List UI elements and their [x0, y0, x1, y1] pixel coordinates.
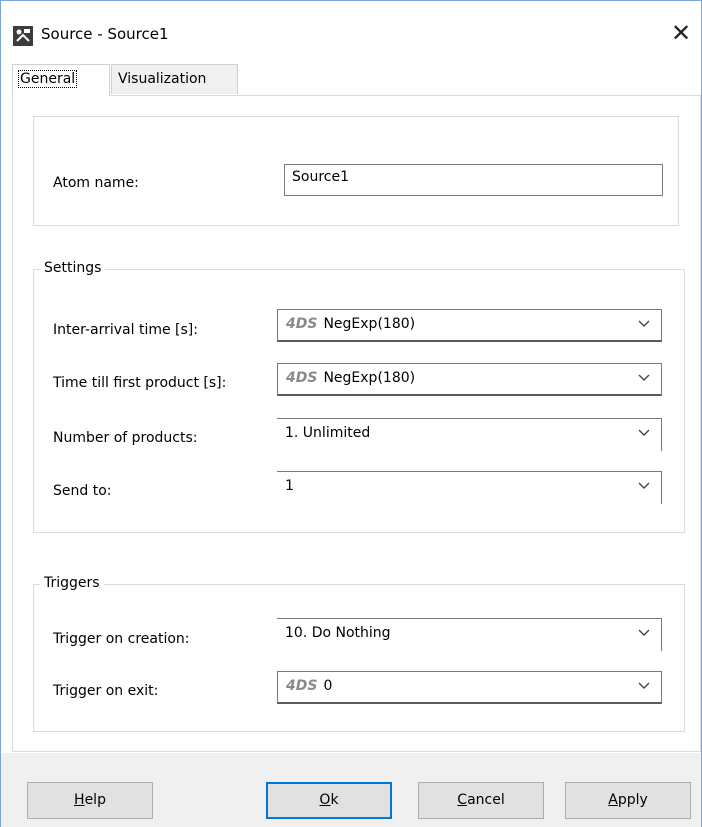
inter-arrival-label: Inter-arrival time [s]:: [53, 322, 198, 338]
inter-arrival-value: NegExp(180): [323, 316, 416, 332]
enterprise-dynamics-icon: [13, 26, 33, 46]
trigger-creation-combo[interactable]: 10. Do Nothing: [277, 618, 662, 651]
triggers-group: Triggers Trigger on creation: 10. Do Not…: [33, 575, 685, 732]
general-tab-page: Atom name: Source1 Settings Inter-arriva…: [12, 95, 701, 752]
settings-legend: Settings: [40, 260, 106, 276]
ok-label-rest: k: [330, 792, 339, 808]
trigger-exit-label: Trigger on exit:: [53, 683, 159, 699]
send-to-label: Send to:: [53, 483, 112, 499]
trigger-exit-combo[interactable]: 4DS 0: [277, 671, 662, 704]
help-button[interactable]: Help: [27, 782, 153, 819]
triggers-legend: Triggers: [40, 575, 104, 591]
atom-name-label: Atom name:: [53, 175, 139, 191]
tab-visualization[interactable]: Visualization: [111, 64, 238, 94]
chevron-down-icon[interactable]: [637, 478, 651, 496]
settings-group: Settings Inter-arrival time [s]: 4DS NegE…: [33, 260, 685, 533]
chevron-down-icon[interactable]: [637, 425, 651, 443]
atom-name-field[interactable]: Source1: [284, 164, 663, 196]
atom-name-group: Atom name: Source1: [33, 116, 679, 226]
4ds-tag: 4DS: [286, 370, 318, 386]
ok-mnemonic: O: [319, 792, 331, 808]
tab-general-label: General: [17, 70, 78, 88]
first-product-combo[interactable]: 4DS NegExp(180): [277, 363, 662, 396]
send-to-value: 1: [285, 478, 294, 494]
title-bar[interactable]: Source - Source1 ✕: [1, 1, 701, 47]
inter-arrival-combo[interactable]: 4DS NegExp(180): [277, 309, 662, 342]
apply-label-rest: pply: [617, 792, 648, 808]
ok-button[interactable]: Ok: [266, 782, 392, 819]
num-products-value: 1. Unlimited: [285, 425, 371, 441]
apply-button[interactable]: Apply: [565, 782, 691, 819]
help-mnemonic: H: [74, 792, 85, 808]
trigger-exit-value: 0: [323, 678, 333, 694]
4ds-tag: 4DS: [286, 678, 318, 694]
trigger-creation-label: Trigger on creation:: [53, 631, 190, 647]
chevron-down-icon[interactable]: [637, 316, 651, 334]
tab-strip: General Visualization: [1, 64, 701, 96]
cancel-mnemonic: C: [457, 792, 468, 808]
dialog-window: Source - Source1 ✕ General Visualization…: [0, 0, 702, 827]
apply-mnemonic: A: [608, 792, 618, 808]
tab-visualization-label: Visualization: [118, 71, 207, 87]
first-product-value: NegExp(180): [323, 370, 416, 386]
4ds-tag: 4DS: [286, 316, 318, 332]
num-products-combo[interactable]: 1. Unlimited: [277, 418, 662, 451]
tab-general[interactable]: General: [12, 64, 110, 96]
trigger-creation-value: 10. Do Nothing: [285, 625, 391, 641]
num-products-label: Number of products:: [53, 430, 198, 446]
chevron-down-icon[interactable]: [637, 678, 651, 696]
close-icon[interactable]: ✕: [661, 17, 701, 49]
cancel-label-rest: ancel: [467, 792, 505, 808]
first-product-label: Time till first product [s]:: [53, 375, 227, 391]
help-label-rest: elp: [84, 792, 106, 808]
send-to-combo[interactable]: 1: [277, 471, 662, 504]
chevron-down-icon[interactable]: [637, 625, 651, 643]
chevron-down-icon[interactable]: [637, 370, 651, 388]
window-title: Source - Source1: [41, 25, 169, 43]
cancel-button[interactable]: Cancel: [418, 782, 544, 819]
